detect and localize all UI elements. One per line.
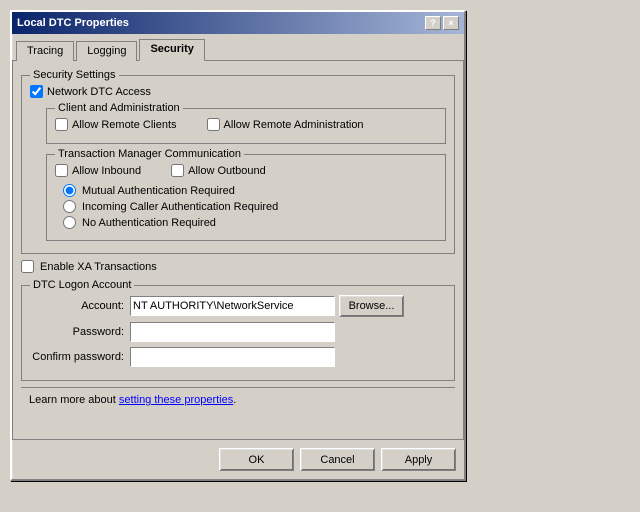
client-admin-group: Client and Administration Allow Remote C… [46,102,446,144]
password-input[interactable] [130,322,335,342]
button-bar: OK Cancel Apply [12,440,464,479]
allow-remote-admin-label: Allow Remote Administration [224,119,364,131]
allow-remote-admin-checkbox[interactable] [207,118,220,131]
dtc-logon-legend: DTC Logon Account [30,279,134,291]
account-label: Account: [30,300,130,312]
mutual-auth-row: Mutual Authentication Required [63,184,437,197]
mutual-auth-radio[interactable] [63,184,76,197]
allow-inbound-checkbox[interactable] [55,164,68,177]
title-bar: Local DTC Properties ? × [12,12,464,34]
confirm-password-label: Confirm password: [30,351,130,363]
incoming-caller-radio[interactable] [63,200,76,213]
network-dtc-access-label: Network DTC Access [47,86,151,98]
learn-more-area: Learn more about setting these propertie… [21,387,455,410]
title-bar-controls: ? × [425,16,459,30]
learn-more-link[interactable]: setting these properties [119,394,233,406]
network-dtc-access-row: Network DTC Access [30,85,446,98]
allow-remote-admin-row: Allow Remote Administration [207,118,364,131]
account-row: Account: Browse... [30,295,446,317]
tab-logging[interactable]: Logging [76,41,137,61]
close-button[interactable]: × [443,16,459,30]
password-row: Password: [30,322,446,342]
tab-tracing[interactable]: Tracing [16,41,74,61]
network-dtc-access-checkbox[interactable] [30,85,43,98]
apply-button[interactable]: Apply [381,448,456,471]
transaction-manager-legend: Transaction Manager Communication [55,148,244,160]
allow-remote-clients-row: Allow Remote Clients [55,118,177,131]
tab-security[interactable]: Security [139,39,204,61]
confirm-password-input[interactable] [130,347,335,367]
allow-outbound-row: Allow Outbound [171,164,266,177]
client-admin-legend: Client and Administration [55,102,183,114]
incoming-caller-row: Incoming Caller Authentication Required [63,200,437,213]
client-admin-options: Allow Remote Clients Allow Remote Admini… [55,118,437,135]
inbound-outbound-row: Allow Inbound Allow Outbound [55,164,437,181]
allow-outbound-label: Allow Outbound [188,165,266,177]
allow-inbound-label: Allow Inbound [72,165,141,177]
tab-bar: Tracing Logging Security [12,34,464,60]
allow-inbound-row: Allow Inbound [55,164,141,177]
account-input[interactable] [130,296,335,316]
enable-xa-row: Enable XA Transactions [21,260,455,273]
enable-xa-checkbox[interactable] [21,260,34,273]
no-auth-row: No Authentication Required [63,216,437,229]
security-settings-legend: Security Settings [30,69,119,81]
no-auth-radio[interactable] [63,216,76,229]
enable-xa-label: Enable XA Transactions [40,261,157,273]
learn-more-text: Learn more about [29,394,119,406]
confirm-password-row: Confirm password: [30,347,446,367]
mutual-auth-label: Mutual Authentication Required [82,185,235,197]
transaction-manager-group: Transaction Manager Communication Allow … [46,148,446,241]
browse-button[interactable]: Browse... [339,295,404,317]
window-title: Local DTC Properties [17,17,129,29]
ok-button[interactable]: OK [219,448,294,471]
dtc-logon-group: DTC Logon Account Account: Browse... Pas… [21,279,455,381]
password-label: Password: [30,326,130,338]
main-window: Local DTC Properties ? × Tracing Logging… [10,10,466,481]
security-tab-content: Security Settings Network DTC Access Cli… [12,60,464,440]
no-auth-label: No Authentication Required [82,217,216,229]
learn-more-period: . [233,394,236,406]
allow-remote-clients-label: Allow Remote Clients [72,119,177,131]
incoming-caller-label: Incoming Caller Authentication Required [82,201,278,213]
help-button[interactable]: ? [425,16,441,30]
allow-outbound-checkbox[interactable] [171,164,184,177]
cancel-button[interactable]: Cancel [300,448,375,471]
allow-remote-clients-checkbox[interactable] [55,118,68,131]
security-settings-group: Security Settings Network DTC Access Cli… [21,69,455,254]
